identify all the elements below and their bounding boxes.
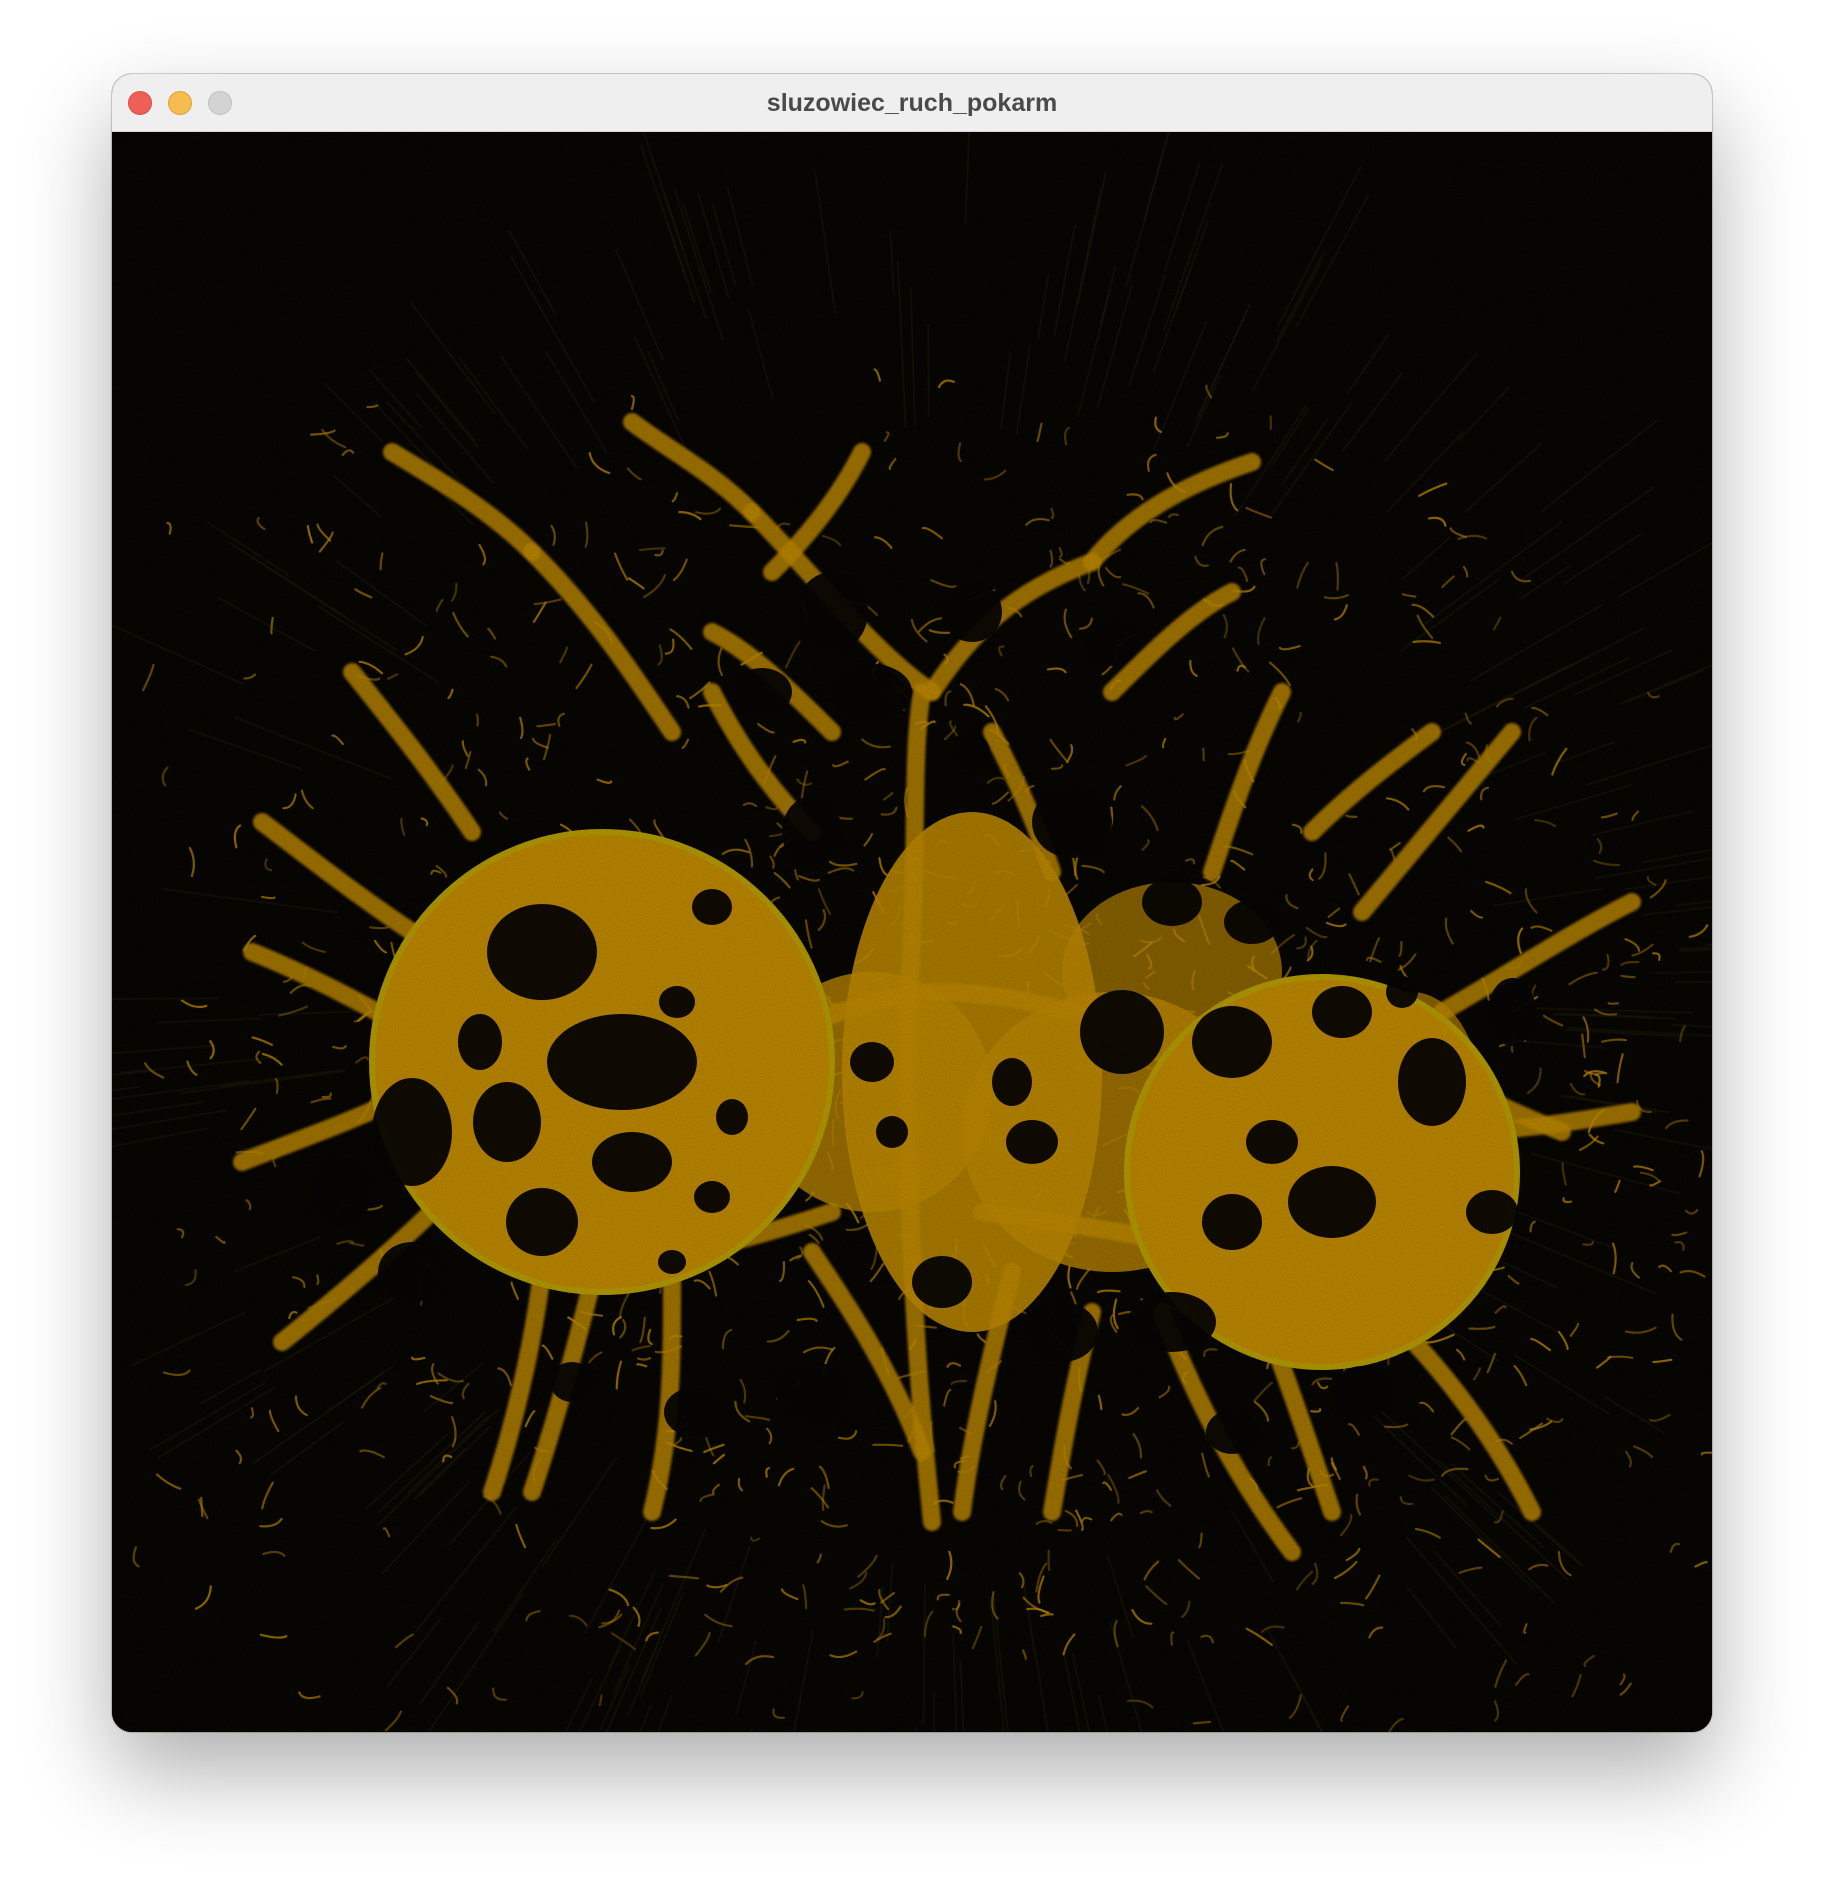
network-void bbox=[1080, 990, 1164, 1074]
network-void bbox=[954, 734, 990, 770]
network-void bbox=[796, 572, 868, 652]
network-void bbox=[1246, 1120, 1298, 1164]
network-void bbox=[312, 1158, 372, 1226]
network-void bbox=[1006, 1120, 1058, 1164]
network-void bbox=[1206, 1410, 1258, 1454]
network-void bbox=[473, 1082, 541, 1162]
network-void bbox=[1142, 878, 1202, 926]
network-void bbox=[487, 904, 597, 1000]
network-void bbox=[378, 1242, 446, 1302]
network-void bbox=[1192, 1006, 1272, 1078]
food-source-layer bbox=[112, 132, 1712, 1732]
network-void bbox=[1032, 786, 1112, 858]
network-void bbox=[550, 1362, 594, 1402]
network-void bbox=[1466, 1190, 1518, 1234]
network-void bbox=[458, 1014, 502, 1070]
window-title: sluzowiec_ruch_pokarm bbox=[766, 89, 1058, 117]
network-void bbox=[912, 1256, 972, 1308]
network-void bbox=[592, 1132, 672, 1192]
network-void bbox=[716, 1099, 748, 1135]
slime-mold-network bbox=[112, 132, 1712, 1732]
app-window: sluzowiec_ruch_pokarm bbox=[112, 74, 1712, 1732]
network-void bbox=[782, 796, 842, 868]
network-void bbox=[850, 1042, 894, 1082]
network-void bbox=[1128, 1292, 1216, 1352]
network-void bbox=[732, 668, 792, 716]
network-void bbox=[664, 1388, 720, 1436]
network-void bbox=[876, 1116, 908, 1148]
network-void bbox=[1312, 986, 1372, 1038]
network-void bbox=[692, 889, 732, 925]
network-void bbox=[658, 1250, 686, 1274]
network-void bbox=[1386, 976, 1418, 1008]
network-void bbox=[372, 1078, 452, 1186]
title-bar[interactable]: sluzowiec_ruch_pokarm bbox=[112, 74, 1712, 132]
network-void bbox=[1488, 978, 1536, 1046]
network-void bbox=[694, 1181, 730, 1213]
network-void bbox=[1224, 900, 1280, 944]
network-void bbox=[1026, 1302, 1098, 1362]
network-void bbox=[776, 1362, 848, 1422]
network-void bbox=[1288, 1166, 1376, 1238]
network-void bbox=[1398, 1038, 1466, 1126]
network-void bbox=[1086, 618, 1138, 666]
network-void bbox=[832, 664, 912, 720]
network-void bbox=[1202, 1194, 1262, 1250]
network-void bbox=[992, 1058, 1032, 1106]
network-void bbox=[942, 582, 1002, 642]
network-void bbox=[659, 986, 695, 1018]
simulation-canvas[interactable] bbox=[112, 132, 1712, 1732]
texture-overlay bbox=[112, 132, 1712, 1732]
network-void bbox=[506, 1188, 578, 1256]
network-void bbox=[547, 1014, 697, 1110]
network-void bbox=[1332, 1366, 1392, 1418]
